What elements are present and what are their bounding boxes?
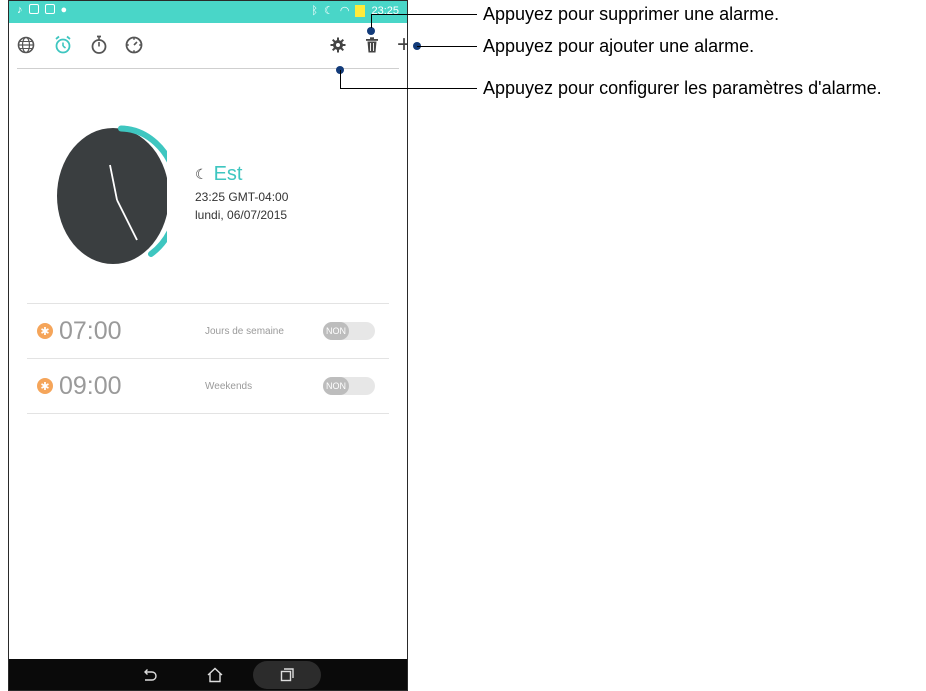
delete-callout-text: Appuyez pour supprimer une alarme. xyxy=(483,4,780,24)
sun-icon: ✱ xyxy=(37,378,53,394)
timezone-name: Est xyxy=(213,163,243,185)
add-callout-text: Appuyez pour ajouter une alarme. xyxy=(483,36,755,56)
alarm-toggle[interactable]: NON xyxy=(323,322,375,340)
settings-callout-text: Appuyez pour configurer les paramètres d… xyxy=(483,78,882,98)
status-bar: ♪ ● ᛒ ☾ ◠ 23:25 xyxy=(9,1,407,23)
delete-callout-line-h xyxy=(371,14,477,15)
moon-icon: ☾ xyxy=(323,5,334,17)
moon-icon: ☾ xyxy=(195,166,208,182)
alarm-clock-icon xyxy=(55,35,71,54)
home-icon xyxy=(207,667,223,683)
battery-icon xyxy=(355,4,366,17)
music-icon: ♪ xyxy=(17,4,23,16)
alarm-label: Weekends xyxy=(205,380,253,392)
home-button[interactable] xyxy=(203,663,227,687)
add-callout-line xyxy=(417,46,477,47)
alarm-label: Jours de semaine xyxy=(205,325,284,337)
wifi-icon: ◠ xyxy=(339,5,350,17)
back-icon xyxy=(144,669,157,681)
timezone-time-offset: 23:25 GMT-04:00 xyxy=(195,190,289,204)
globe-icon xyxy=(17,36,35,54)
stopwatch-tab[interactable] xyxy=(88,34,110,56)
alarm-tab[interactable] xyxy=(52,34,74,56)
settings-button[interactable] xyxy=(327,34,349,56)
add-button[interactable]: + xyxy=(393,33,407,57)
world-clock-tab[interactable] xyxy=(15,34,37,56)
alarm-toggle[interactable]: NON xyxy=(323,377,375,395)
world-clock-panel: ☾ Est 23:25 GMT-04:00 lundi, 06/07/2015 xyxy=(9,69,407,303)
bluetooth-icon: ᛒ xyxy=(311,4,318,17)
toggle-knob: NON xyxy=(323,322,349,340)
settings-callout-line-h xyxy=(340,88,477,89)
trash-icon xyxy=(366,37,378,53)
gear-icon xyxy=(330,37,346,53)
gallery-icon xyxy=(44,4,55,14)
tablet-screen: ♪ ● ᛒ ☾ ◠ 23:25 ☾ Est 23:25 GMT-04:00 lu… xyxy=(8,0,408,691)
toggle-knob: NON xyxy=(323,377,349,395)
navigation-bar xyxy=(9,659,407,690)
recent-apps-icon xyxy=(280,668,294,682)
delete-callout-dot xyxy=(367,27,375,35)
timezone-info: ☾ Est 23:25 GMT-04:00 lundi, 06/07/2015 xyxy=(195,163,288,222)
plus-icon: + xyxy=(397,33,407,57)
stopwatch-icon xyxy=(91,35,107,54)
timer-tab[interactable] xyxy=(123,34,145,56)
delete-button[interactable] xyxy=(361,34,383,56)
timezone-date: lundi, 06/07/2015 xyxy=(195,208,288,222)
location-icon: ● xyxy=(60,4,68,16)
photo-icon xyxy=(28,4,39,14)
delete-callout-line-v xyxy=(371,14,372,28)
alarm-row-2[interactable]: ✱ 09:00 Weekends NON xyxy=(27,358,389,414)
toolbar: + xyxy=(9,23,407,69)
timer-icon xyxy=(125,36,143,54)
recent-apps-button[interactable] xyxy=(275,663,299,687)
alarm-row-1[interactable]: ✱ 07:00 Jours de semaine NON xyxy=(27,303,389,358)
back-button[interactable] xyxy=(137,663,161,687)
alarm-time: 09:00 xyxy=(59,371,122,400)
analog-clock xyxy=(57,125,167,264)
sun-icon: ✱ xyxy=(37,323,53,339)
settings-callout-line-v xyxy=(340,70,341,88)
alarm-time: 07:00 xyxy=(59,316,122,345)
